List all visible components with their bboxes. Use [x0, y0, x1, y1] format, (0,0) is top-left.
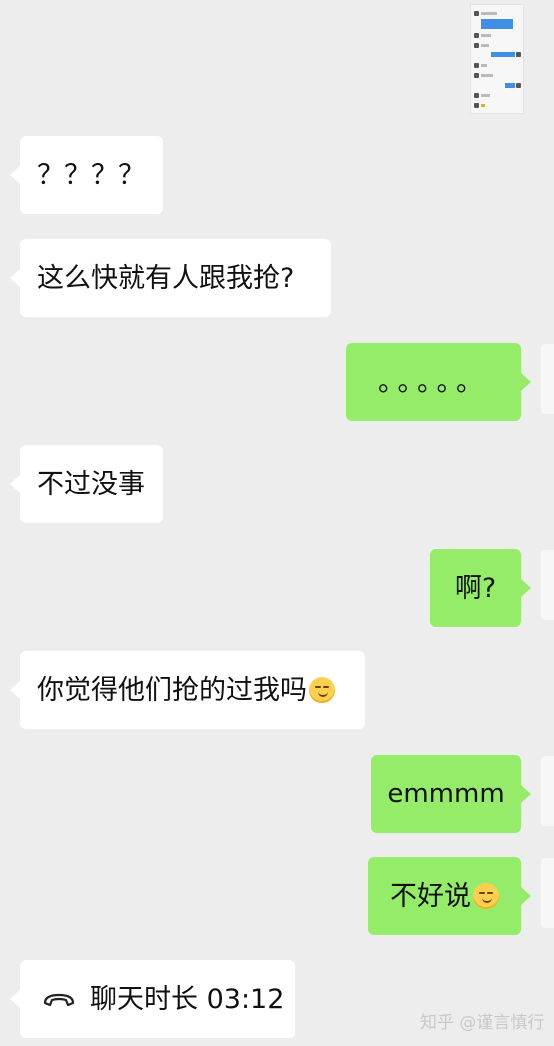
message-bubble[interactable]: 你觉得他们抢的过我吗: [20, 651, 365, 729]
bubble-tail: [521, 373, 531, 391]
message-text: 不过没事: [37, 468, 145, 500]
thumbnail-line: [481, 12, 497, 15]
message-text: 这么快就有人跟我抢?: [37, 262, 295, 294]
chat-thumbnail: [470, 4, 524, 114]
thumbnail-bubble: [481, 19, 513, 29]
phone-hangup-icon: [43, 993, 75, 1007]
message-bubble[interactable]: 不好说: [368, 857, 521, 935]
bubble-tail: [10, 475, 20, 493]
thumbnail-bubble: [491, 52, 515, 57]
thumbnail-bubble: [505, 83, 515, 88]
bubble-tail: [521, 579, 531, 597]
message-text: 啊?: [454, 572, 497, 604]
message-bubble[interactable]: 。。。。。: [346, 343, 521, 421]
bubble-tail: [10, 990, 20, 1008]
bubble-tail: [10, 269, 20, 287]
message-bubble[interactable]: 这么快就有人跟我抢?: [20, 239, 331, 317]
call-duration-bubble[interactable]: 聊天时长 03:12: [20, 960, 295, 1038]
thumbnail-avatar: [474, 11, 479, 16]
self-avatar[interactable]: [541, 858, 554, 928]
smirk-emoji-icon: [309, 677, 335, 703]
self-avatar[interactable]: [541, 550, 554, 620]
message-text: 你觉得他们抢的过我吗: [37, 674, 307, 706]
thumbnail-avatar: [474, 103, 479, 108]
message-bubble[interactable]: ？？？？: [20, 136, 163, 214]
message-bubble[interactable]: 不过没事: [20, 445, 163, 523]
thumbnail-line: [481, 44, 489, 47]
thumbnail-line: [481, 34, 491, 37]
thumbnail-line: [481, 94, 490, 97]
thumbnail-avatar: [474, 33, 479, 38]
thumbnail-avatar: [516, 83, 521, 88]
bubble-tail: [521, 785, 531, 803]
self-avatar[interactable]: [541, 344, 554, 414]
thumbnail-avatar: [474, 93, 479, 98]
thumbnail-avatar: [474, 63, 479, 68]
self-avatar[interactable]: [541, 756, 554, 826]
bubble-tail: [521, 887, 531, 905]
thumbnail-avatar: [516, 52, 521, 57]
message-bubble[interactable]: 啊?: [430, 549, 521, 627]
thumbnail-avatar: [474, 43, 479, 48]
call-duration-text: 聊天时长 03:12: [90, 983, 285, 1015]
bubble-tail: [10, 681, 20, 699]
watermark: 知乎 @谨言慎行: [420, 1013, 545, 1033]
message-text: 。。。。。: [378, 366, 489, 398]
thumbnail-avatar: [474, 73, 479, 78]
thumbnail-line: [481, 74, 493, 77]
message-text: 不好说: [390, 880, 471, 912]
message-bubble[interactable]: emmmm: [371, 755, 521, 833]
message-text: ？？？？: [37, 159, 145, 191]
bubble-tail: [10, 166, 20, 184]
thumbnail-line: [481, 104, 485, 107]
smirk-emoji-icon: [473, 883, 499, 909]
thumbnail-line: [481, 64, 487, 67]
message-text: emmmm: [387, 779, 505, 809]
